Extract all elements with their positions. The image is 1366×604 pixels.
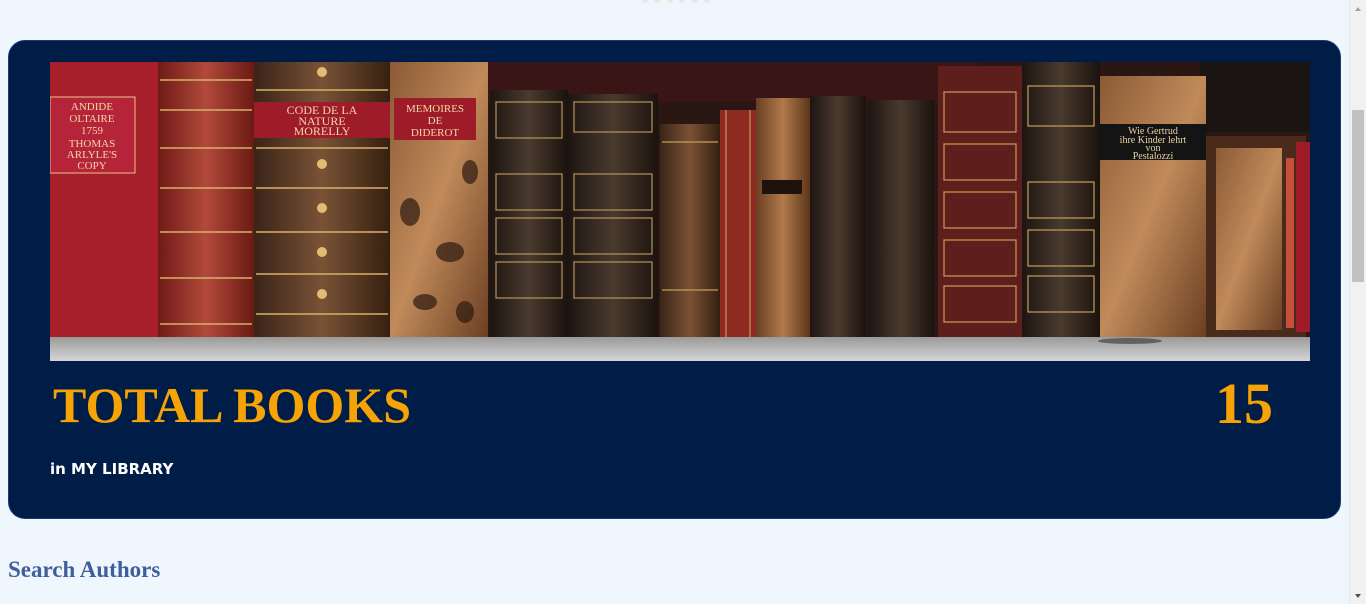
- svg-text:MORELLY: MORELLY: [294, 124, 351, 138]
- page: ANDIDE OLTAIRE 1759 THOMAS ARLYLE'S COPY: [0, 0, 1366, 604]
- svg-text:OLTAIRE: OLTAIRE: [69, 113, 114, 125]
- svg-text:DIDEROT: DIDEROT: [411, 127, 460, 139]
- library-caption: in MY LIBRARY: [50, 460, 174, 478]
- vertical-scrollbar[interactable]: [1349, 0, 1366, 604]
- top-decoration: [642, 0, 710, 4]
- search-authors-heading: Search Authors: [8, 557, 161, 582]
- svg-text:COPY: COPY: [77, 160, 106, 172]
- total-books-card: ANDIDE OLTAIRE 1759 THOMAS ARLYLE'S COPY: [8, 40, 1341, 519]
- scroll-up-icon[interactable]: [1350, 0, 1366, 17]
- library-banner-image: ANDIDE OLTAIRE 1759 THOMAS ARLYLE'S COPY: [50, 62, 1310, 361]
- total-books-label: TOTAL BOOKS: [53, 377, 412, 433]
- svg-text:DE: DE: [428, 115, 443, 127]
- total-books-count: 15: [1215, 371, 1273, 436]
- svg-text:MEMOIRES: MEMOIRES: [406, 103, 464, 115]
- svg-text:1759: 1759: [81, 125, 104, 137]
- svg-text:Pestalozzi: Pestalozzi: [1133, 151, 1174, 162]
- scroll-down-icon[interactable]: [1350, 587, 1366, 604]
- svg-text:ANDIDE: ANDIDE: [71, 101, 113, 113]
- scrollbar-thumb[interactable]: [1352, 110, 1364, 282]
